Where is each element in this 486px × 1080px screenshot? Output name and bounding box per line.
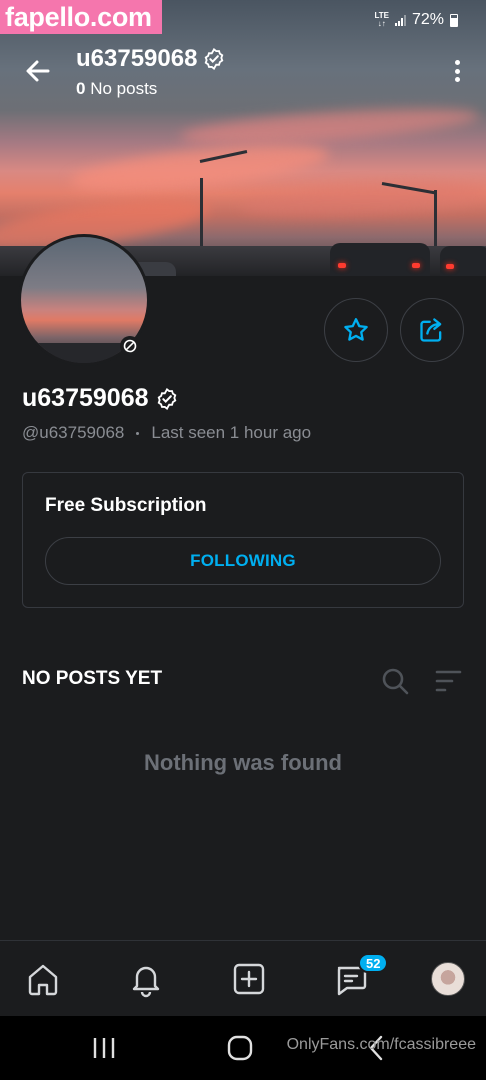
favorite-button[interactable] (324, 298, 388, 362)
messages-badge: 52 (358, 953, 389, 973)
battery-icon (450, 13, 458, 27)
profile-avatar[interactable] (431, 962, 465, 996)
signal-icon (394, 14, 406, 26)
share-button[interactable] (400, 298, 464, 362)
profile-display-name: u63759068 (22, 384, 178, 413)
profile-handle: @u63759068 (22, 423, 125, 442)
following-button[interactable]: FOLLOWING (45, 537, 441, 585)
bottom-nav (0, 940, 486, 1016)
home-button-icon[interactable] (220, 1032, 260, 1064)
recent-apps-icon[interactable] (84, 1032, 124, 1064)
back-arrow-icon[interactable] (22, 55, 54, 87)
header-post-count: 0 No posts (76, 79, 158, 98)
more-options-icon[interactable] (450, 56, 464, 86)
onlyfans-watermark: OnlyFans.com/fcassibreee (286, 1036, 476, 1053)
header-username: u63759068 (76, 45, 225, 73)
profile-handle-row: @u63759068 Last seen 1 hour ago (22, 423, 311, 443)
add-post-icon[interactable] (229, 959, 269, 999)
share-icon (420, 318, 442, 342)
last-seen: Last seen 1 hour ago (151, 423, 312, 442)
separator-dot (136, 431, 140, 435)
fapello-watermark: fapello.com (0, 0, 162, 34)
home-icon[interactable] (23, 959, 63, 999)
search-icon[interactable] (380, 666, 410, 696)
status-bar: LTE ↓↑ 72% (374, 8, 458, 32)
battery-percent: 72% (411, 11, 444, 28)
star-icon (344, 318, 368, 341)
offline-status-icon (120, 336, 140, 356)
posts-heading: NO POSTS YET (22, 668, 163, 689)
lte-icon: LTE ↓↑ (374, 11, 389, 28)
sort-icon[interactable] (434, 668, 462, 694)
empty-state-message: Nothing was found (144, 750, 342, 775)
verified-icon (205, 48, 224, 70)
subscription-card: Free Subscription FOLLOWING (22, 472, 464, 608)
verified-icon (157, 387, 176, 410)
notifications-icon[interactable] (126, 959, 166, 999)
subscription-title: Free Subscription (45, 495, 207, 516)
